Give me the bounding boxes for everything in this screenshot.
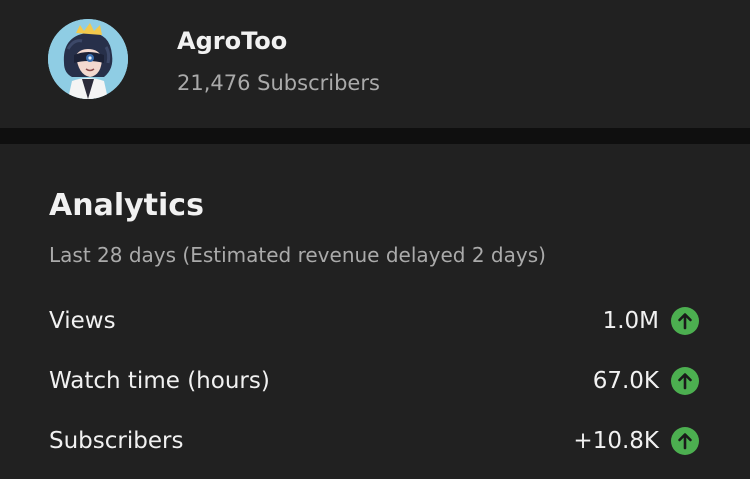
- metric-row-subscribers[interactable]: Subscribers +10.8K: [49, 426, 699, 458]
- arrow-up-circle-icon: [671, 307, 699, 335]
- metric-value: 67.0K: [592, 368, 659, 394]
- metric-row-views[interactable]: Views 1.0M: [49, 306, 699, 338]
- analytics-title: Analytics: [49, 188, 204, 223]
- analytics-card[interactable]: Analytics Last 28 days (Estimated revenu…: [0, 144, 750, 479]
- channel-avatar[interactable]: [48, 19, 128, 99]
- subscriber-count: 21,476 Subscribers: [177, 71, 380, 95]
- metric-label: Watch time (hours): [49, 368, 270, 394]
- metric-label: Subscribers: [49, 428, 184, 454]
- metric-value: +10.8K: [573, 428, 659, 454]
- channel-name[interactable]: AgroToo: [177, 27, 287, 55]
- channel-header: AgroToo 21,476 Subscribers: [0, 0, 750, 128]
- metric-value: 1.0M: [602, 308, 659, 334]
- metric-row-watch-time[interactable]: Watch time (hours) 67.0K: [49, 366, 699, 398]
- analytics-period-subtitle: Last 28 days (Estimated revenue delayed …: [49, 243, 546, 267]
- arrow-up-circle-icon: [671, 367, 699, 395]
- avatar-illustration: [48, 19, 128, 99]
- metric-label: Views: [49, 308, 116, 334]
- section-divider: [0, 128, 750, 144]
- arrow-up-circle-icon: [671, 427, 699, 455]
